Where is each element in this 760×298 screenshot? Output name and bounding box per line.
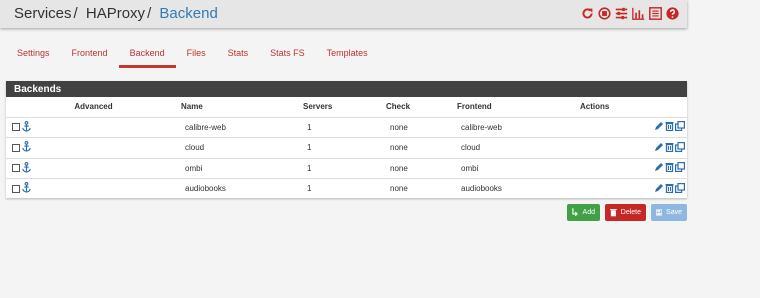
table-row[interactable]: ombi 1 none ombi (6, 158, 687, 179)
row-checkbox[interactable] (12, 123, 20, 132)
servers-count: 1 (303, 158, 386, 179)
actions-cell (580, 137, 687, 159)
copy-icon[interactable] (675, 182, 686, 195)
breadcrumb-haproxy[interactable]: HAProxy (86, 5, 145, 22)
table-row[interactable]: calibre-web 1 none calibre-web (6, 117, 687, 138)
edit-icon[interactable] (654, 162, 664, 174)
frontend-name: audiobooks (457, 178, 580, 200)
help-icon[interactable] (666, 7, 679, 20)
tab-frontend[interactable]: Frontend (61, 48, 119, 68)
col-actions: Actions (580, 97, 687, 118)
arrow-down-icon (572, 208, 578, 217)
col-name: Name (181, 97, 303, 118)
tab-backend[interactable]: Backend (118, 48, 176, 68)
save-label: Save (666, 209, 682, 216)
tab-templates[interactable]: Templates (316, 48, 379, 68)
frontend-name: cloud (457, 137, 580, 159)
check-type: none (386, 117, 457, 138)
backends-table: Advanced Name Servers Check Frontend Act… (6, 97, 687, 200)
add-button[interactable]: Add (567, 204, 600, 221)
tab-files[interactable]: Files (176, 48, 217, 68)
edit-icon[interactable] (654, 183, 664, 195)
button-bar: Add Delete Save (567, 204, 687, 221)
check-type: none (386, 137, 457, 159)
advanced-cell (6, 158, 181, 179)
page-header: Services / HAProxy / Backend (0, 0, 687, 28)
advanced-cell (6, 178, 181, 200)
sliders-icon[interactable] (615, 7, 628, 20)
breadcrumb-services[interactable]: Services (14, 5, 72, 22)
advanced-cell (6, 117, 181, 138)
servers-count: 1 (303, 178, 386, 200)
actions-cell (580, 158, 687, 179)
add-label: Add (582, 209, 595, 216)
delete-icon[interactable] (665, 183, 674, 195)
panel-title: Backends (6, 81, 687, 97)
table-row[interactable]: audiobooks 1 none audiobooks (6, 178, 687, 200)
tab-stats[interactable]: Stats (217, 48, 260, 68)
tab-bar: Settings Frontend Backend Files Stats St… (6, 48, 379, 68)
frontend-name: ombi (457, 158, 580, 179)
servers-count: 1 (303, 117, 386, 138)
breadcrumb: Services / HAProxy / Backend (14, 5, 218, 22)
edit-icon[interactable] (654, 121, 664, 133)
tab-settings[interactable]: Settings (6, 48, 61, 68)
breadcrumb-separator: / (147, 5, 152, 22)
anchor-icon[interactable] (22, 120, 31, 134)
row-checkbox[interactable] (12, 164, 20, 173)
servers-count: 1 (303, 137, 386, 159)
advanced-cell (6, 137, 181, 159)
actions-cell (580, 117, 687, 138)
row-checkbox[interactable] (12, 184, 20, 193)
backend-name: audiobooks (181, 178, 303, 200)
copy-icon[interactable] (675, 121, 686, 133)
anchor-icon[interactable] (22, 182, 31, 195)
save-button[interactable]: Save (651, 204, 687, 221)
col-servers: Servers (303, 97, 386, 118)
list-icon[interactable] (649, 7, 662, 20)
anchor-icon[interactable] (22, 161, 31, 175)
row-checkbox[interactable] (12, 143, 20, 152)
tab-stats-fs[interactable]: Stats FS (259, 48, 316, 68)
delete-icon[interactable] (665, 142, 674, 154)
copy-icon[interactable] (675, 162, 686, 174)
breadcrumb-separator: / (73, 5, 78, 22)
floppy-icon (656, 209, 663, 216)
breadcrumb-backend[interactable]: Backend (159, 5, 217, 22)
table-row[interactable]: cloud 1 none cloud (6, 137, 687, 159)
anchor-icon[interactable] (22, 141, 31, 154)
reload-icon[interactable] (581, 7, 594, 20)
backend-name: ombi (181, 158, 303, 179)
backend-name: calibre-web (181, 117, 303, 138)
delete-icon[interactable] (665, 162, 674, 174)
delete-label: Delete (620, 209, 641, 216)
header-toolbar (581, 7, 679, 20)
check-type: none (386, 158, 457, 179)
backends-panel: Backends Advanced Name Servers Check Fro… (6, 81, 687, 200)
frontend-name: calibre-web (457, 117, 580, 138)
actions-cell (580, 178, 687, 200)
chart-icon[interactable] (632, 7, 645, 20)
col-check: Check (386, 97, 457, 118)
check-type: none (386, 178, 457, 200)
stop-icon[interactable] (598, 7, 611, 20)
trash-icon (610, 209, 617, 217)
table-header-row: Advanced Name Servers Check Frontend Act… (6, 97, 687, 118)
col-frontend: Frontend (457, 97, 580, 118)
edit-icon[interactable] (654, 142, 664, 154)
delete-icon[interactable] (665, 121, 674, 133)
delete-button[interactable]: Delete (605, 204, 646, 221)
copy-icon[interactable] (675, 141, 686, 154)
col-advanced: Advanced (6, 97, 181, 118)
backend-name: cloud (181, 137, 303, 159)
